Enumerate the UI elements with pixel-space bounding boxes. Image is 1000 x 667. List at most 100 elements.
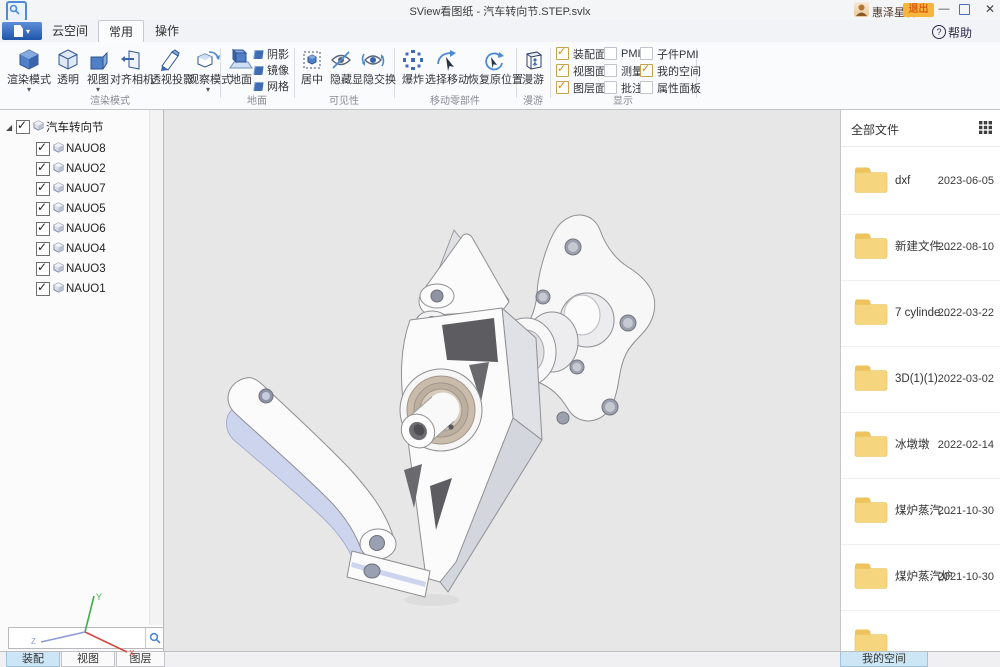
- tree-item[interactable]: NAUO7: [36, 180, 106, 198]
- bottom-tab-my-space[interactable]: 我的空间: [840, 652, 928, 667]
- folder-icon: [853, 495, 889, 530]
- tree-item[interactable]: NAUO8: [36, 140, 106, 158]
- mirror-icon: [253, 66, 263, 75]
- tree-scrollbar[interactable]: [149, 110, 163, 625]
- checkbox-icon: [556, 47, 569, 60]
- bottom-tab-view[interactable]: 视图: [61, 652, 115, 667]
- center-icon: [296, 46, 328, 74]
- group-label-move: 移动零部件: [394, 92, 516, 107]
- search-box: [8, 627, 164, 649]
- search-button[interactable]: [145, 628, 163, 648]
- group-label-display: 显示: [550, 92, 696, 107]
- checkbox-measure[interactable]: 测量: [604, 63, 643, 78]
- group-label-render: 渲染模式: [0, 92, 220, 107]
- bottom-tab-assembly[interactable]: 装配: [6, 652, 60, 667]
- checkbox-icon[interactable]: [36, 282, 50, 296]
- tree-root-item[interactable]: 汽车转向节: [6, 118, 104, 136]
- file-row[interactable]: dxf2023-06-05: [841, 148, 1000, 215]
- checkbox-icon[interactable]: [36, 222, 50, 236]
- file-menu-button[interactable]: ▾: [2, 22, 42, 40]
- shadow-toggle[interactable]: 阴影: [254, 47, 294, 61]
- checkbox-icon[interactable]: [36, 242, 50, 256]
- group-label-ground: 地面: [220, 92, 294, 107]
- tab-cloud-space[interactable]: 云空间: [46, 20, 94, 41]
- checkbox-my-space[interactable]: 我的空间: [640, 63, 701, 78]
- tab-common[interactable]: 常用: [98, 20, 144, 42]
- checkbox-icon[interactable]: [36, 262, 50, 276]
- checkbox-icon[interactable]: [36, 142, 50, 156]
- 3d-viewport[interactable]: [164, 110, 840, 651]
- document-icon: [14, 25, 23, 37]
- part-icon: [53, 142, 64, 156]
- close-button[interactable]: ✕: [982, 2, 998, 17]
- files-panel-header: 全部文件: [841, 110, 1000, 147]
- tab-operations[interactable]: 操作: [146, 20, 188, 41]
- file-row[interactable]: 新建文件...2022-08-10: [841, 214, 1000, 281]
- render-mode-cube-icon: [6, 46, 52, 74]
- folder-icon: [853, 297, 889, 332]
- help-button[interactable]: ? 帮助: [932, 23, 972, 41]
- user-avatar[interactable]: [854, 2, 869, 17]
- grid-icon: [253, 82, 263, 91]
- search-icon: [149, 632, 161, 644]
- 3d-model-steering-knuckle: [164, 110, 840, 651]
- folder-icon: [853, 363, 889, 398]
- tree-item[interactable]: NAUO5: [36, 200, 106, 218]
- folder-icon: [853, 561, 889, 596]
- group-label-visibility: 可见性: [294, 92, 394, 107]
- ribbon-toolbar: 渲染模式 透明 视图 对齐相机 透视投影 观察模式 渲染模式 地面 阴影 镜像 …: [0, 42, 1000, 110]
- bottom-tab-strip: 装配 视图 图层 我的空间: [0, 651, 1000, 667]
- file-row[interactable]: 煤炉蒸汽...2021-10-30: [841, 478, 1000, 545]
- part-icon: [53, 242, 64, 256]
- mirror-toggle[interactable]: 镜像: [254, 63, 294, 77]
- search-input[interactable]: [9, 628, 145, 648]
- folder-icon: [853, 429, 889, 464]
- checkbox-icon[interactable]: [36, 182, 50, 196]
- tree-item[interactable]: NAUO1: [36, 280, 106, 298]
- bottom-tab-layer[interactable]: 图层: [116, 652, 165, 667]
- tree-item[interactable]: NAUO3: [36, 260, 106, 278]
- checkbox-icon: [604, 47, 617, 60]
- checkbox-icon[interactable]: [36, 162, 50, 176]
- tree-item[interactable]: NAUO4: [36, 240, 106, 258]
- ribbon-tab-row: ▾ 云空间 常用 操作 ? 帮助: [0, 20, 1000, 43]
- grid-view-icon[interactable]: [979, 121, 992, 134]
- observe-mode-icon: [188, 46, 228, 74]
- part-icon: [53, 202, 64, 216]
- assembly-panel: 汽车转向节 NAUO8 NAUO2 NAUO7 NAUO5 NAUO6 NAUO…: [0, 110, 164, 651]
- maximize-button[interactable]: [959, 4, 970, 15]
- checkbox-icon: [640, 47, 653, 60]
- file-row[interactable]: 3D(1)(1)2022-03-02: [841, 346, 1000, 413]
- grid-toggle[interactable]: 网格: [254, 79, 294, 93]
- align-camera-icon: [110, 46, 154, 74]
- title-bar: SView看图纸 - 汽车转向节.STEP.svlx 惠泽星君 退出 — ✕: [0, 0, 1000, 20]
- ground-icon: [224, 46, 258, 74]
- tree-expander-icon[interactable]: [6, 123, 16, 132]
- dropdown-arrow-icon: ▾: [26, 27, 30, 36]
- logout-button[interactable]: 退出: [903, 3, 934, 17]
- window-title: SView看图纸 - 汽车转向节.STEP.svlx: [0, 3, 1000, 19]
- file-row[interactable]: 冰墩墩2022-02-14: [841, 412, 1000, 479]
- checkbox-pmi[interactable]: PMI: [604, 46, 641, 61]
- perspective-icon: [150, 46, 190, 74]
- minimize-button[interactable]: —: [936, 2, 952, 17]
- part-icon: [53, 182, 64, 196]
- shadow-icon: [253, 50, 263, 59]
- folder-icon: [853, 165, 889, 200]
- view-cube-icon: [84, 46, 112, 74]
- files-panel: 全部文件 dxf2023-06-05 新建文件...2022-08-10 7 c…: [840, 110, 1000, 651]
- checkbox-icon: [640, 64, 653, 77]
- roam-icon: [518, 46, 548, 74]
- file-row[interactable]: [841, 610, 1000, 651]
- tree-item[interactable]: NAUO2: [36, 160, 106, 178]
- checkbox-icon: [604, 64, 617, 77]
- checkbox-icon: [556, 64, 569, 77]
- tree-item[interactable]: NAUO6: [36, 220, 106, 238]
- checkbox-icon[interactable]: [16, 120, 30, 134]
- file-row[interactable]: 7 cylinde...2022-03-22: [841, 280, 1000, 347]
- folder-icon: [853, 231, 889, 266]
- checkbox-subpart-pmi[interactable]: 子件PMI: [640, 46, 699, 61]
- transparent-cube-icon: [54, 46, 82, 74]
- file-row[interactable]: 煤炉蒸汽炉2021-10-30: [841, 544, 1000, 611]
- checkbox-icon[interactable]: [36, 202, 50, 216]
